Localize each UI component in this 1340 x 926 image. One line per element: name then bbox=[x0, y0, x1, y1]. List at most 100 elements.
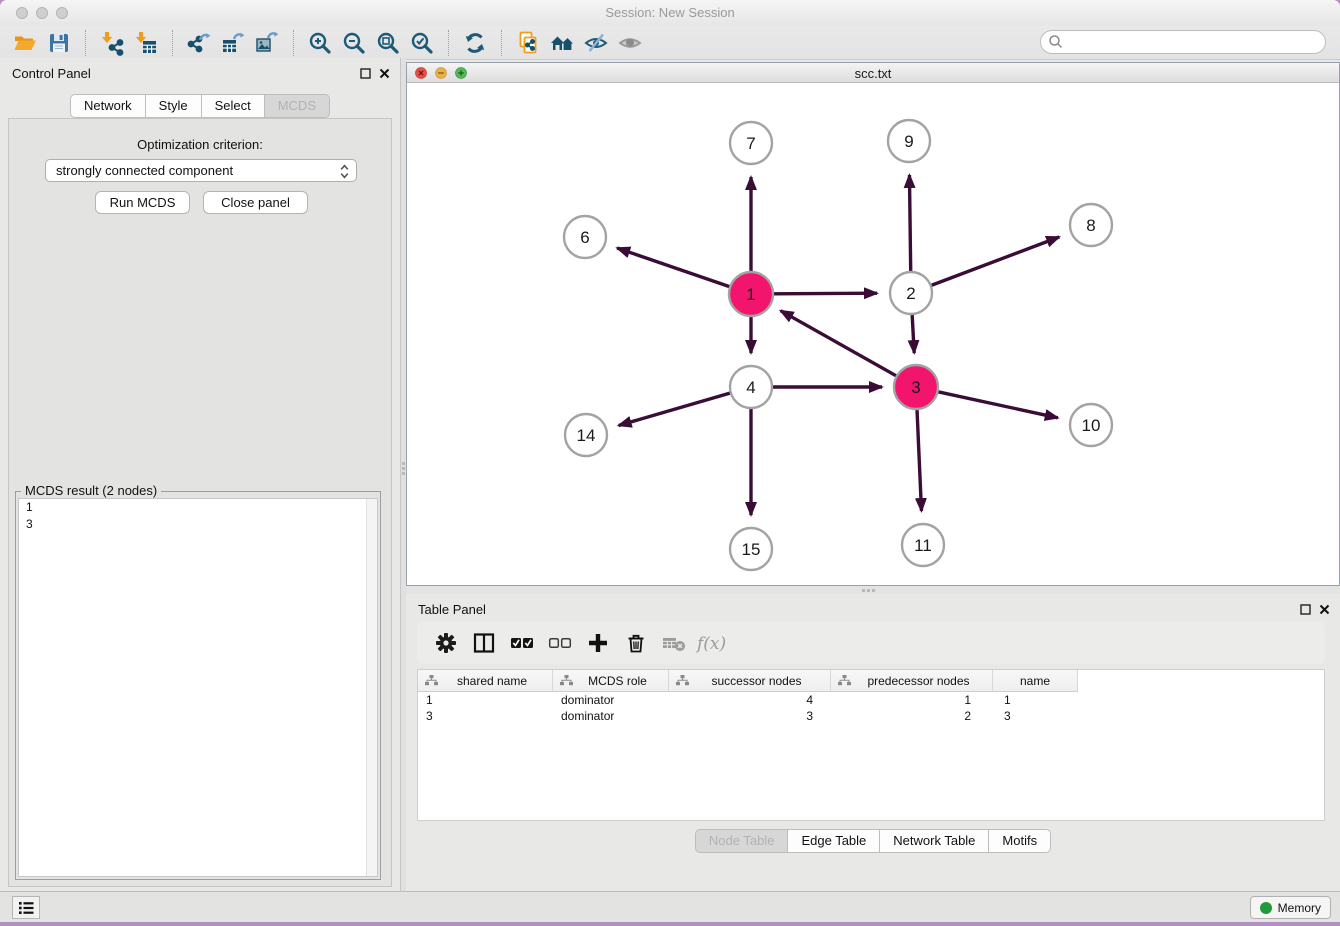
graph-edge-3-11[interactable] bbox=[917, 409, 922, 511]
graph-node-11[interactable]: 11 bbox=[902, 524, 944, 566]
tab-network-table[interactable]: Network Table bbox=[880, 829, 989, 853]
memory-label: Memory bbox=[1278, 901, 1321, 915]
graph-node-4[interactable]: 4 bbox=[730, 366, 772, 408]
graph-edge-2-8[interactable] bbox=[932, 237, 1060, 285]
table-cell[interactable]: 1 bbox=[418, 692, 553, 708]
column-header-predecessor-nodes[interactable]: predecessor nodes bbox=[831, 670, 993, 692]
mcds-result-list[interactable]: 13 bbox=[18, 498, 378, 877]
float-panel-icon[interactable] bbox=[360, 68, 371, 79]
save-session-icon[interactable] bbox=[42, 28, 76, 58]
table-cell[interactable]: 4 bbox=[669, 692, 831, 708]
zoom-in-icon[interactable] bbox=[303, 28, 337, 58]
select-all-icon[interactable] bbox=[503, 625, 541, 661]
result-scrollbar[interactable] bbox=[366, 499, 377, 876]
table-cell[interactable]: 3 bbox=[669, 708, 831, 724]
open-session-icon[interactable] bbox=[8, 28, 42, 58]
float-panel-icon[interactable] bbox=[1300, 604, 1311, 615]
graph-node-2[interactable]: 2 bbox=[890, 272, 932, 314]
graph-node-10[interactable]: 10 bbox=[1070, 404, 1112, 446]
table-tabs: Node TableEdge TableNetwork TableMotifs bbox=[406, 829, 1340, 853]
mcds-panel: Optimization criterion: strongly connect… bbox=[8, 118, 392, 887]
graph-node-9[interactable]: 9 bbox=[888, 120, 930, 162]
graph-node-3[interactable]: 3 bbox=[894, 365, 938, 409]
table-cell[interactable]: 3 bbox=[993, 708, 1078, 724]
graph-node-1[interactable]: 1 bbox=[729, 272, 773, 316]
search-field bbox=[1040, 30, 1326, 54]
graph-edge-4-14[interactable] bbox=[619, 393, 730, 425]
import-table-icon[interactable] bbox=[129, 28, 163, 58]
zoom-selected-icon[interactable] bbox=[405, 28, 439, 58]
graph-edge-1-6[interactable] bbox=[617, 248, 730, 287]
column-header-shared-name[interactable]: shared name bbox=[418, 670, 553, 692]
graph-node-7[interactable]: 7 bbox=[730, 122, 772, 164]
close-panel-icon[interactable] bbox=[1319, 604, 1330, 615]
settings-icon[interactable] bbox=[427, 625, 465, 661]
table-cell[interactable]: dominator bbox=[553, 692, 669, 708]
table-cell[interactable]: 1 bbox=[831, 692, 993, 708]
graph-node-15[interactable]: 15 bbox=[730, 528, 772, 570]
zoom-out-icon[interactable] bbox=[337, 28, 371, 58]
network-graph[interactable]: 1 2 3 4 6 7 8 9 10 11 14 15 bbox=[407, 83, 1339, 585]
task-history-button[interactable] bbox=[12, 896, 40, 919]
graph-edge-3-10[interactable] bbox=[937, 392, 1057, 418]
close-panel-icon[interactable] bbox=[379, 68, 390, 79]
control-panel-tabs: NetworkStyleSelectMCDS bbox=[0, 94, 400, 118]
table-cell[interactable]: dominator bbox=[553, 708, 669, 724]
tab-select[interactable]: Select bbox=[202, 94, 265, 118]
table-cell[interactable]: 2 bbox=[831, 708, 993, 724]
toolbar-separator bbox=[85, 30, 86, 56]
table-cell[interactable]: 1 bbox=[993, 692, 1078, 708]
window-titlebar: Session: New Session bbox=[0, 0, 1340, 26]
tab-edge-table[interactable]: Edge Table bbox=[788, 829, 880, 853]
node-table: shared nameMCDS rolesuccessor nodesprede… bbox=[417, 669, 1325, 821]
import-network-icon[interactable] bbox=[95, 28, 129, 58]
zoom-fit-icon[interactable] bbox=[371, 28, 405, 58]
graph-node-8[interactable]: 8 bbox=[1070, 204, 1112, 246]
export-network-icon[interactable] bbox=[182, 28, 216, 58]
function-builder-icon[interactable]: f(x) bbox=[693, 625, 731, 661]
home-layout-icon[interactable] bbox=[545, 28, 579, 58]
split-view-icon[interactable] bbox=[465, 625, 503, 661]
criterion-select[interactable]: strongly connected component bbox=[45, 159, 357, 182]
memory-button[interactable]: Memory bbox=[1250, 896, 1331, 919]
column-header-successor-nodes[interactable]: successor nodes bbox=[669, 670, 831, 692]
copy-network-icon[interactable] bbox=[511, 28, 545, 58]
column-header-mcds-role[interactable]: MCDS role bbox=[553, 670, 669, 692]
table-cell[interactable]: 3 bbox=[418, 708, 553, 724]
horizontal-splitter[interactable] bbox=[406, 586, 1340, 594]
table-panel-title: Table Panel bbox=[418, 602, 486, 617]
network-canvas[interactable]: 1 2 3 4 6 7 8 9 10 11 14 15 bbox=[407, 83, 1339, 585]
refresh-view-icon[interactable] bbox=[458, 28, 492, 58]
add-icon[interactable] bbox=[579, 625, 617, 661]
delete-table-icon[interactable] bbox=[655, 625, 693, 661]
network-frame-titlebar[interactable]: scc.txt bbox=[407, 63, 1339, 83]
column-header-name[interactable]: name bbox=[993, 670, 1078, 692]
close-panel-button[interactable]: Close panel bbox=[203, 191, 308, 214]
graph-edge-1-2[interactable] bbox=[773, 293, 877, 294]
table-row[interactable]: 1dominator411 bbox=[418, 692, 1324, 708]
table-toolbar: f(x) bbox=[417, 621, 1325, 664]
delete-icon[interactable] bbox=[617, 625, 655, 661]
table-row[interactable]: 3dominator323 bbox=[418, 708, 1324, 724]
export-image-icon[interactable] bbox=[250, 28, 284, 58]
hide-overlay-icon[interactable] bbox=[579, 28, 613, 58]
window-title: Session: New Session bbox=[0, 5, 1340, 20]
search-input[interactable] bbox=[1065, 35, 1325, 50]
tab-network[interactable]: Network bbox=[70, 94, 146, 118]
node-label: 7 bbox=[746, 134, 755, 153]
tab-mcds[interactable]: MCDS bbox=[265, 94, 330, 118]
deselect-all-icon[interactable] bbox=[541, 625, 579, 661]
toolbar-separator bbox=[293, 30, 294, 56]
tab-style[interactable]: Style bbox=[146, 94, 202, 118]
tab-node-table[interactable]: Node Table bbox=[695, 829, 789, 853]
graph-edge-2-9[interactable] bbox=[909, 175, 910, 271]
export-table-icon[interactable] bbox=[216, 28, 250, 58]
tab-motifs[interactable]: Motifs bbox=[989, 829, 1051, 853]
graph-edge-3-1[interactable] bbox=[781, 311, 897, 377]
run-mcds-button[interactable]: Run MCDS bbox=[95, 191, 190, 214]
graph-node-6[interactable]: 6 bbox=[564, 216, 606, 258]
birdseye-icon[interactable] bbox=[613, 28, 647, 58]
graph-edge-2-3[interactable] bbox=[912, 315, 914, 353]
graph-node-14[interactable]: 14 bbox=[565, 414, 607, 456]
optimization-criterion-label: Optimization criterion: bbox=[9, 137, 391, 152]
